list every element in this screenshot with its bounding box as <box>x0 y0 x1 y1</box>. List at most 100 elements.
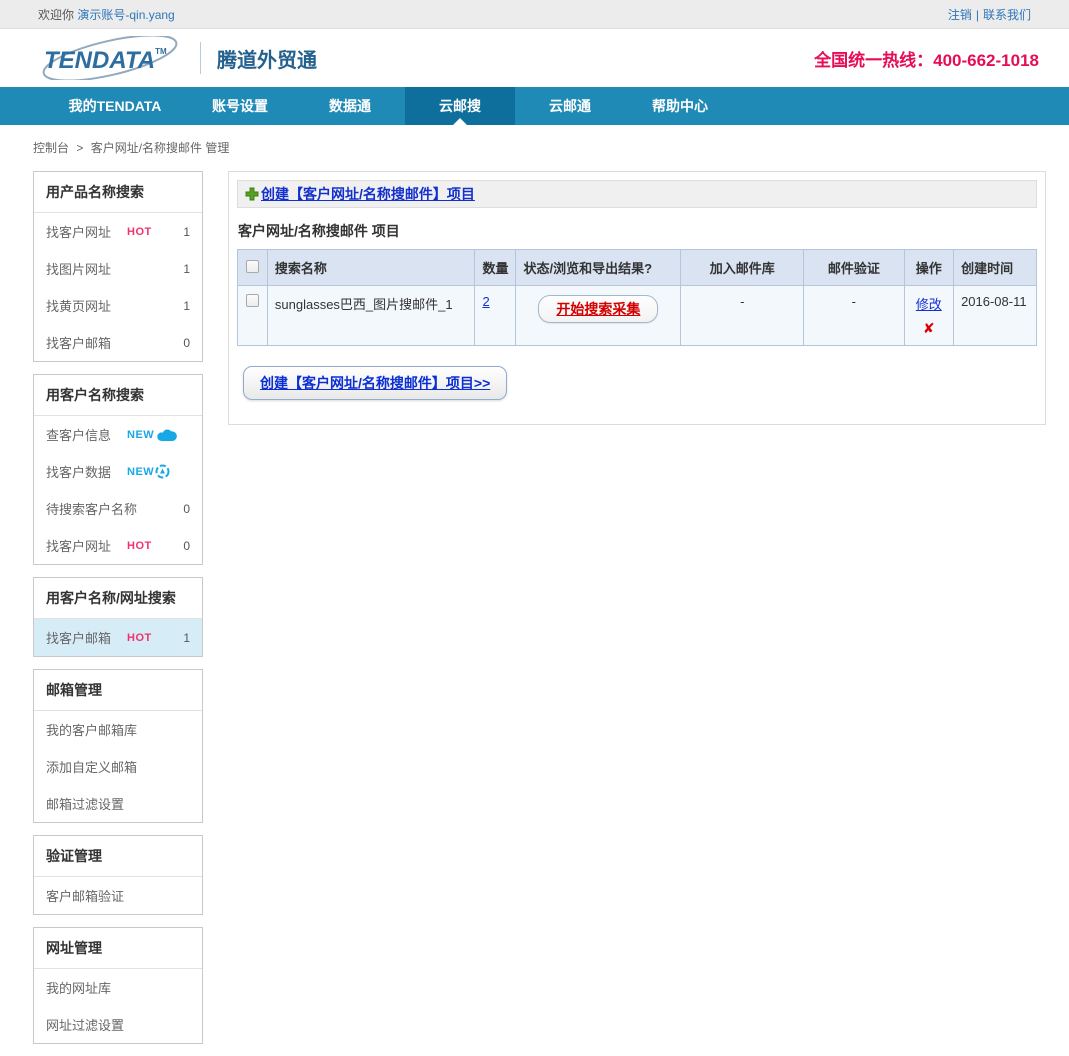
product-name: 腾道外贸通 <box>217 44 317 73</box>
row-checkbox-cell <box>238 286 268 346</box>
salesforce-cloud-icon <box>155 428 177 442</box>
item-count: 1 <box>183 299 190 313</box>
section-title: 验证管理 <box>34 836 202 877</box>
breadcrumb-current: 客户网址/名称搜邮件 管理 <box>91 141 230 155</box>
table-row: sunglasses巴西_图片搜邮件_1 2 开始搜索采集 - - 修改 ✘ 2… <box>238 286 1037 346</box>
logout-link[interactable]: 注销 <box>948 8 972 22</box>
section-title: 用产品名称搜索 <box>34 172 202 213</box>
nav-tab-account-settings[interactable]: 账号设置 <box>185 87 295 125</box>
sidebar-item-check-customer-info[interactable]: 查客户信息 NEW <box>34 416 202 453</box>
cell-action: 修改 ✘ <box>904 286 954 346</box>
nav-tab-data-tong[interactable]: 数据通 <box>295 87 405 125</box>
header-created: 创建时间 <box>954 250 1037 286</box>
sidebar-item-find-customer-url-2[interactable]: 找客户网址 HOT 0 <box>34 527 202 564</box>
create-project-button[interactable]: 创建【客户网址/名称搜邮件】项目>> <box>243 366 507 400</box>
sidebar-item-url-filter-settings[interactable]: 网址过滤设置 <box>34 1006 202 1043</box>
contact-link[interactable]: 联系我们 <box>983 8 1031 22</box>
top-bar: 欢迎你 演示账号-qin.yang 注销 | 联系我们 <box>0 0 1069 29</box>
welcome-area: 欢迎你 演示账号-qin.yang <box>38 6 175 23</box>
sidebar-item-my-customer-mailbox[interactable]: 我的客户邮箱库 <box>34 711 202 748</box>
sidebar-item-add-custom-mailbox[interactable]: 添加自定义邮箱 <box>34 748 202 785</box>
logo-wordmark: TENDATATM <box>44 47 167 75</box>
welcome-text: 欢迎你 <box>38 8 74 22</box>
nav-tab-my-tendata[interactable]: 我的TENDATA <box>45 87 185 125</box>
sidebar: 用产品名称搜索 找客户网址 HOT 1 找图片网址 1 找黄页网址 1 找客户邮… <box>33 171 203 1056</box>
topbar-divider: | <box>976 8 979 22</box>
sidebar-section-url-management: 网址管理 我的网址库 网址过滤设置 <box>33 927 203 1044</box>
sidebar-item-find-yellowpage-url[interactable]: 找黄页网址 1 <box>34 287 202 324</box>
edit-link[interactable]: 修改 <box>912 294 947 313</box>
topbar-links: 注销 | 联系我们 <box>948 6 1031 23</box>
header: TENDATATM 腾道外贸通 全国统一热线：400-662-1018 <box>0 29 1069 87</box>
section-title: 用客户名称/网址搜索 <box>34 578 202 619</box>
cell-join-mail-lib: - <box>681 286 804 346</box>
select-all-checkbox[interactable] <box>246 260 259 273</box>
sidebar-item-find-customer-email-active[interactable]: 找客户邮箱 HOT 1 <box>34 619 202 656</box>
sidebar-section-product-search: 用产品名称搜索 找客户网址 HOT 1 找图片网址 1 找黄页网址 1 找客户邮… <box>33 171 203 362</box>
tendata-logo: TENDATATM <box>38 36 190 80</box>
breadcrumb-root[interactable]: 控制台 <box>33 141 69 155</box>
cell-mail-verify: - <box>804 286 904 346</box>
header-checkbox-cell <box>238 250 268 286</box>
section-title: 用客户名称搜索 <box>34 375 202 416</box>
sidebar-item-find-customer-email[interactable]: 找客户邮箱 0 <box>34 324 202 361</box>
section-title: 网址管理 <box>34 928 202 969</box>
sidebar-item-pending-customer-names[interactable]: 待搜索客户名称 0 <box>34 490 202 527</box>
hot-badge: HOT <box>127 226 152 238</box>
cell-status: 开始搜索采集 <box>516 286 681 346</box>
sidebar-item-find-customer-url[interactable]: 找客户网址 HOT 1 <box>34 213 202 250</box>
project-list-title: 客户网址/名称搜邮件 项目 <box>238 221 1036 241</box>
sidebar-section-verification-management: 验证管理 客户邮箱验证 <box>33 835 203 915</box>
sidebar-section-mailbox-management: 邮箱管理 我的客户邮箱库 添加自定义邮箱 邮箱过滤设置 <box>33 669 203 823</box>
sidebar-section-name-url-search: 用客户名称/网址搜索 找客户邮箱 HOT 1 <box>33 577 203 657</box>
header-join-mail-lib: 加入邮件库 <box>681 250 804 286</box>
create-project-bar: 创建【客户网址/名称搜邮件】项目 <box>237 180 1037 208</box>
sidebar-item-my-url-library[interactable]: 我的网址库 <box>34 969 202 1006</box>
header-search-name: 搜索名称 <box>267 250 475 286</box>
sidebar-item-mailbox-filter-settings[interactable]: 邮箱过滤设置 <box>34 785 202 822</box>
section-title: 邮箱管理 <box>34 670 202 711</box>
create-project-link[interactable]: 创建【客户网址/名称搜邮件】项目 <box>261 184 475 204</box>
main-nav: 我的TENDATA 账号设置 数据通 云邮搜 云邮通 帮助中心 <box>0 87 1069 125</box>
compass-icon <box>155 464 170 479</box>
cell-created-date: 2016-08-11 <box>954 286 1037 346</box>
sidebar-item-find-image-url[interactable]: 找图片网址 1 <box>34 250 202 287</box>
header-action: 操作 <box>904 250 954 286</box>
item-count: 1 <box>183 631 190 645</box>
item-count: 0 <box>183 539 190 553</box>
count-link[interactable]: 2 <box>482 294 489 309</box>
item-count: 1 <box>183 262 190 276</box>
sidebar-item-find-customer-data[interactable]: 找客户数据 NEW <box>34 453 202 490</box>
account-link[interactable]: 演示账号-qin.yang <box>77 8 174 22</box>
new-badge: NEW <box>127 466 154 478</box>
nav-tab-help-center[interactable]: 帮助中心 <box>625 87 735 125</box>
hot-badge: HOT <box>127 540 152 552</box>
item-count: 0 <box>183 336 190 350</box>
nav-tab-cloud-mail-search[interactable]: 云邮搜 <box>405 87 515 125</box>
breadcrumb-separator: > <box>76 141 83 155</box>
sidebar-item-customer-email-verification[interactable]: 客户邮箱验证 <box>34 877 202 914</box>
delete-icon[interactable]: ✘ <box>912 320 947 337</box>
project-panel: 创建【客户网址/名称搜邮件】项目 客户网址/名称搜邮件 项目 搜索名称 数量 状… <box>228 171 1046 425</box>
hot-badge: HOT <box>127 632 152 644</box>
main-content: 创建【客户网址/名称搜邮件】项目 客户网址/名称搜邮件 项目 搜索名称 数量 状… <box>228 171 1046 425</box>
new-badge: NEW <box>127 429 154 441</box>
row-checkbox[interactable] <box>246 294 259 307</box>
table-header-row: 搜索名称 数量 状态/浏览和导出结果? 加入邮件库 邮件验证 操作 创建时间 <box>238 250 1037 286</box>
item-count: 0 <box>183 502 190 516</box>
plus-icon <box>245 187 259 201</box>
project-table: 搜索名称 数量 状态/浏览和导出结果? 加入邮件库 邮件验证 操作 创建时间 s… <box>237 249 1037 346</box>
hotline: 全国统一热线：400-662-1018 <box>814 46 1039 71</box>
item-count: 1 <box>183 225 190 239</box>
header-status: 状态/浏览和导出结果? <box>516 250 681 286</box>
nav-tab-cloud-mail-tong[interactable]: 云邮通 <box>515 87 625 125</box>
header-mail-verify: 邮件验证 <box>804 250 904 286</box>
cell-search-name: sunglasses巴西_图片搜邮件_1 <box>267 286 475 346</box>
header-count: 数量 <box>475 250 516 286</box>
start-search-collect-button[interactable]: 开始搜索采集 <box>538 295 658 323</box>
brand-divider <box>200 42 201 74</box>
sidebar-section-customer-name-search: 用客户名称搜索 查客户信息 NEW 找客户数据 NEW <box>33 374 203 565</box>
cell-count: 2 <box>475 286 516 346</box>
brand-area: TENDATATM 腾道外贸通 <box>38 36 317 80</box>
logo-tm: TM <box>155 47 167 56</box>
